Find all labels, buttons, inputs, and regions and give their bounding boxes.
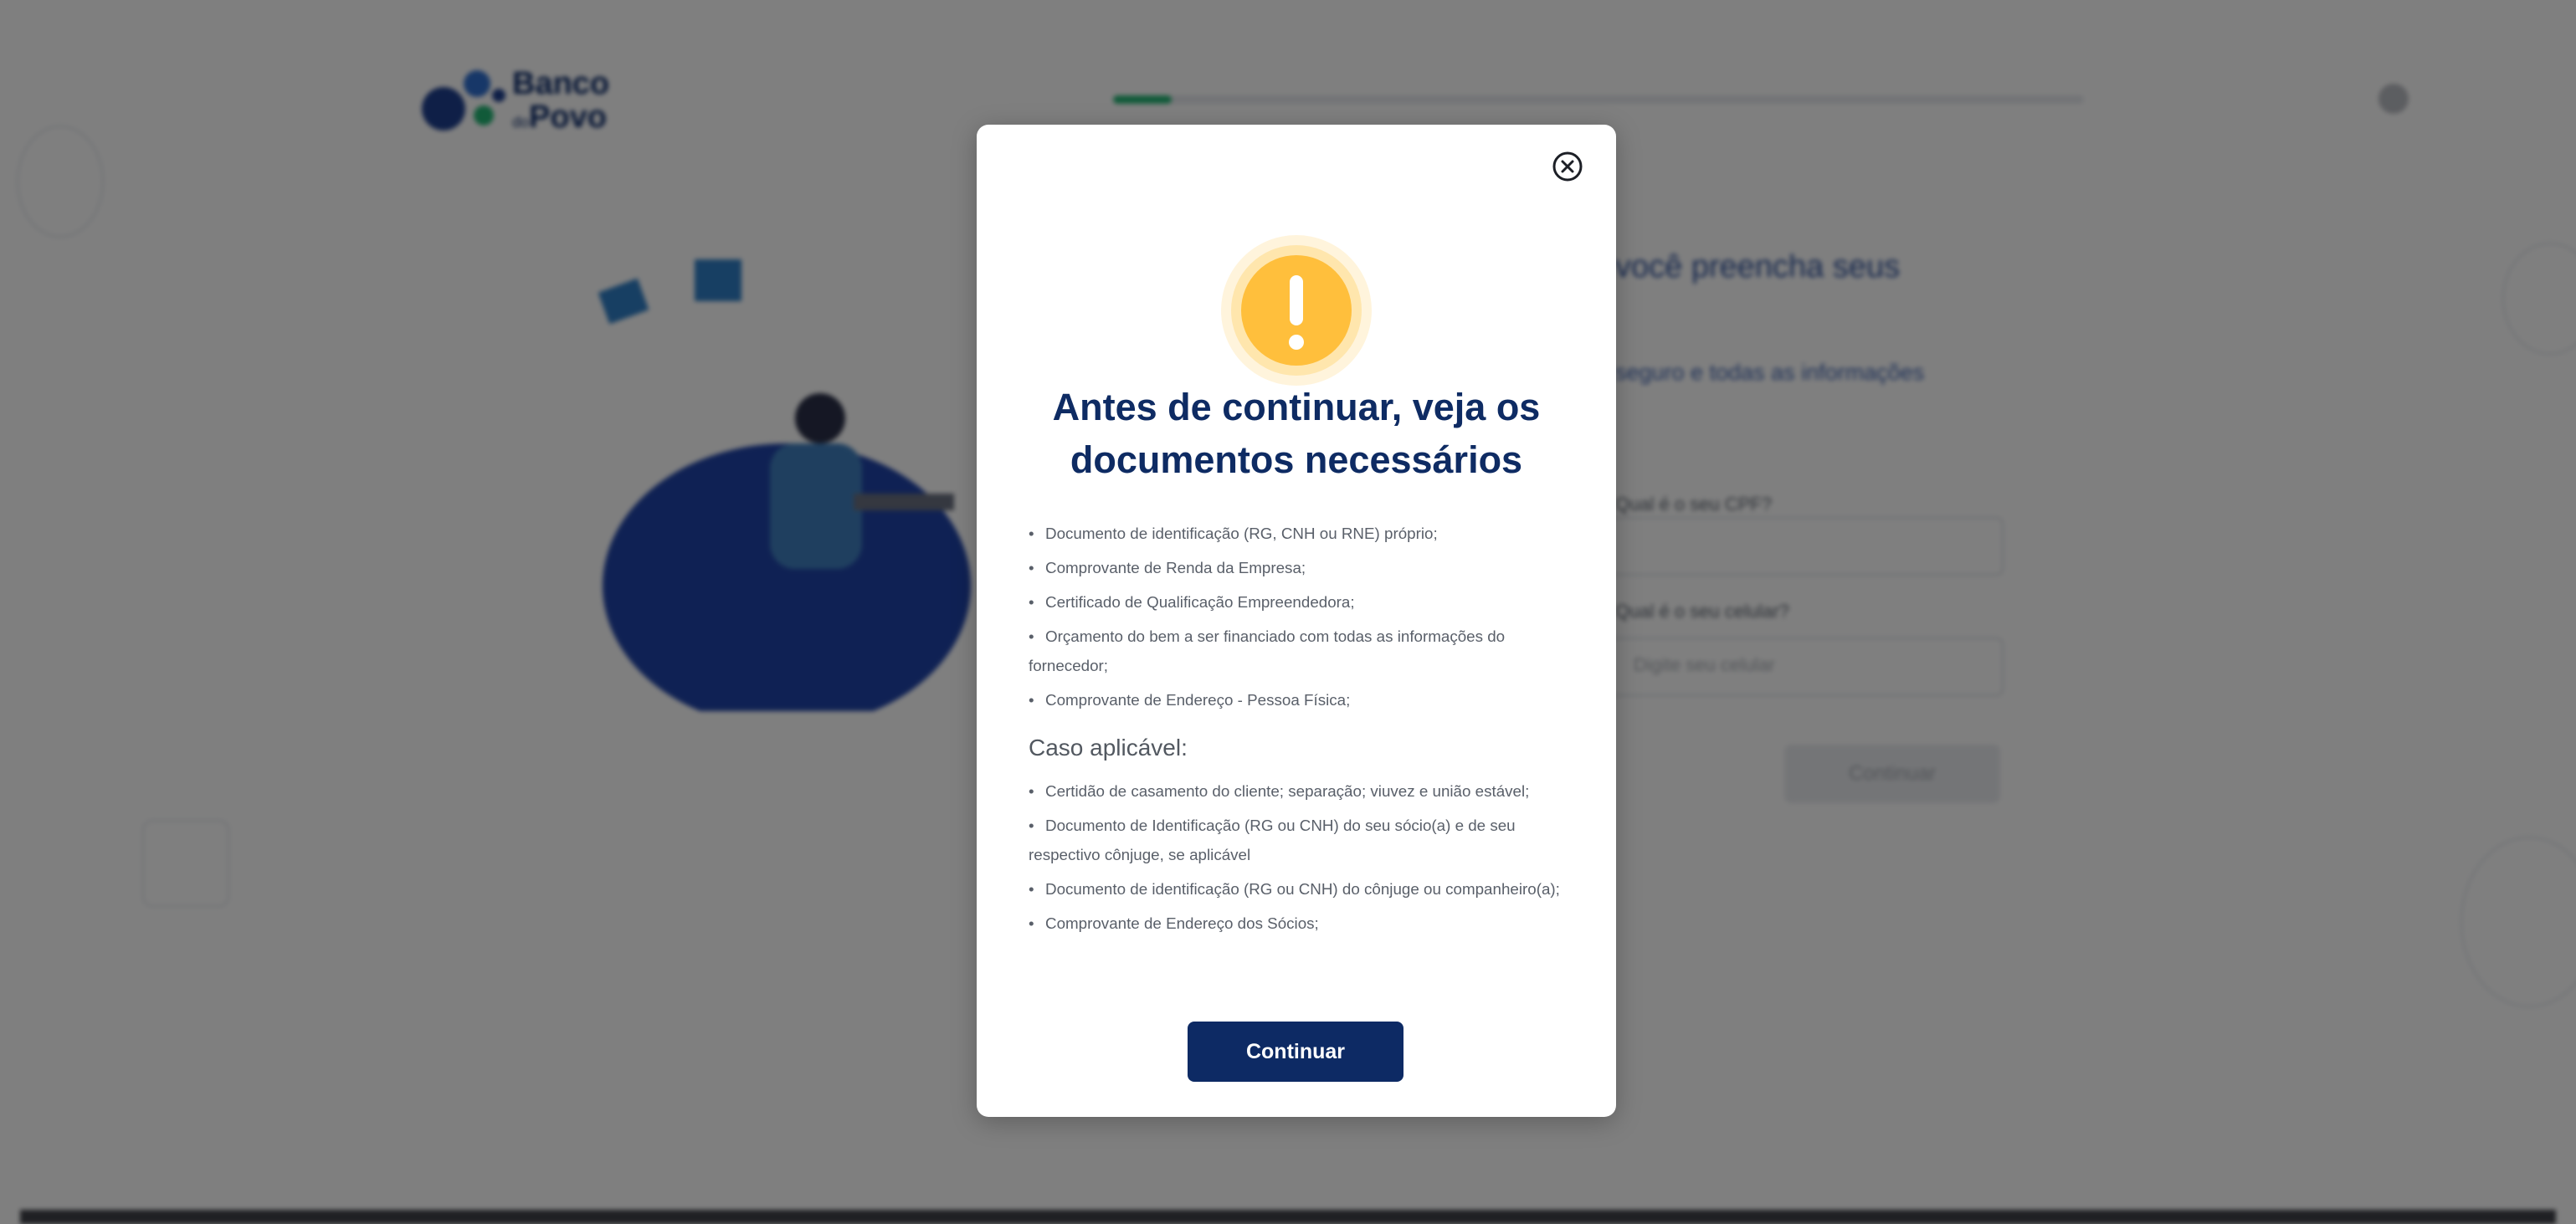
list-item: • Documento de identificação (RG, CNH ou … [1029,519,1573,548]
list-item: • Certificado de Qualificação Empreendedo… [1029,587,1573,617]
exclamation-warning-icon [1221,235,1372,386]
bullet-icon: • [1029,627,1034,645]
documents-modal: Antes de continuar, veja os documentos n… [977,125,1616,1117]
close-circle-icon[interactable] [1549,148,1586,185]
optional-section-title: Caso aplicável: [1029,735,1188,761]
doc-text: Comprovante de Renda da Empresa; [1045,559,1306,576]
modal-title-line2: documentos necessários [1070,438,1523,481]
modal-title-line1: Antes de continuar, veja os [1052,386,1541,428]
bullet-icon: • [1029,593,1034,611]
continue-button[interactable]: Continuar [1188,1022,1403,1082]
list-item: • Comprovante de Endereço dos Sócios; [1029,909,1573,938]
doc-text: Comprovante de Endereço - Pessoa Física; [1045,691,1351,709]
bullet-icon: • [1029,880,1034,898]
doc-text: Certidão de casamento do cliente; separa… [1045,782,1530,800]
list-item: • Orçamento do bem a ser financiado com t… [1029,622,1573,680]
bullet-icon: • [1029,559,1034,576]
list-item: • Comprovante de Endereço - Pessoa Física… [1029,685,1573,714]
bullet-icon: • [1029,691,1034,709]
list-item: • Documento de identificação (RG ou CNH) … [1029,874,1573,904]
documents-list: • Documento de identificação (RG, CNH ou … [1029,519,1573,938]
bullet-icon: • [1029,817,1034,834]
doc-text: Documento de identificação (RG, CNH ou R… [1045,525,1438,542]
modal-title: Antes de continuar, veja os documentos n… [1002,381,1591,486]
doc-text: Comprovante de Endereço dos Sócios; [1045,914,1319,932]
list-item: • Certidão de casamento do cliente; separ… [1029,776,1573,806]
list-item: • Documento de Identificação (RG ou CNH) … [1029,811,1573,869]
bullet-icon: • [1029,914,1034,932]
doc-text: Documento de Identificação (RG ou CNH) d… [1029,817,1516,863]
list-item: • Comprovante de Renda da Empresa; [1029,553,1573,582]
doc-text: Documento de identificação (RG ou CNH) d… [1045,880,1560,898]
doc-text: Certificado de Qualificação Empreendedor… [1045,593,1355,611]
doc-text: Orçamento do bem a ser financiado com to… [1029,627,1506,674]
bullet-icon: • [1029,525,1034,542]
bullet-icon: • [1029,782,1034,800]
